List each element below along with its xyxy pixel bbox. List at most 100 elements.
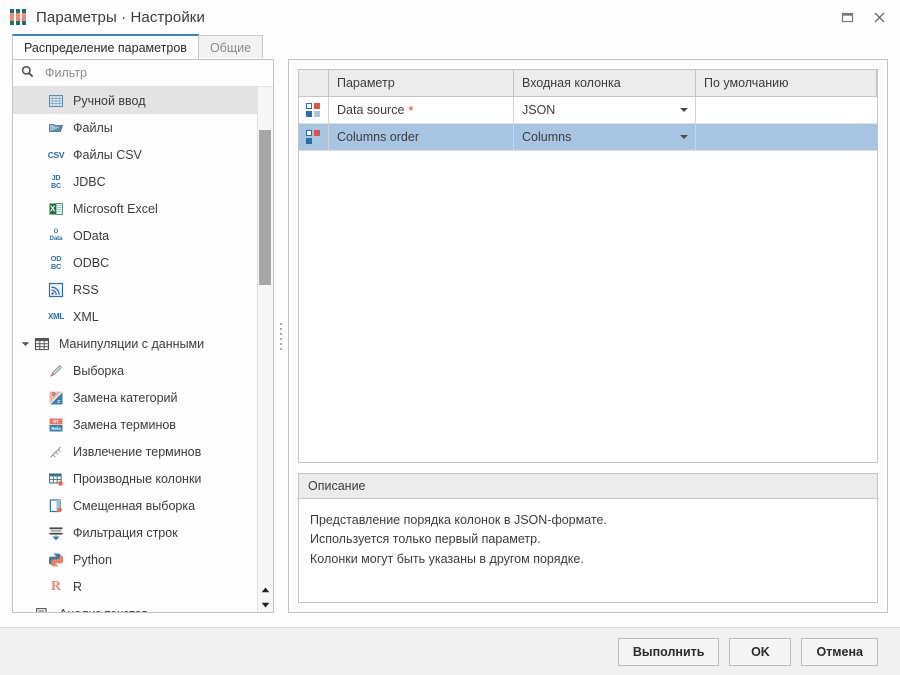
table-row[interactable]: Columns order Columns (299, 124, 877, 151)
r-icon: R (50, 578, 62, 594)
text-analysis-icon (32, 606, 52, 612)
sidebar-item-20[interactable]: Анализ текстов (13, 600, 257, 612)
sidebar-item-label: R (73, 579, 83, 594)
sidebar-item-5[interactable]: X Microsoft Excel (13, 195, 257, 222)
param-name-cell[interactable]: Data source * (329, 97, 514, 123)
sidebar-item-label: Фильтрация строк (73, 525, 178, 540)
derived-columns-icon (46, 471, 66, 487)
svg-text:Rela: Rela (51, 426, 61, 431)
scroll-down-arrow[interactable] (258, 597, 273, 612)
component-tree[interactable]: Ручной ввод Файлы CSV Файлы CSV JD BC JDBC X Mic… (13, 87, 257, 612)
tree-vertical-scrollbar[interactable] (257, 87, 273, 612)
table-header-row: Параметр Входная колонка По умолчанию (299, 70, 877, 97)
window-controls (834, 0, 892, 34)
parameters-table: Параметр Входная колонка По умолчанию Da… (298, 69, 878, 463)
tab-parameter-distribution[interactable]: Распределение параметров (12, 34, 199, 59)
ok-button[interactable]: OK (729, 637, 792, 666)
panel-splitter[interactable] (274, 59, 288, 613)
sidebar-item-17[interactable]: Фильтрация строк (13, 519, 257, 546)
filter-rows-icon (46, 525, 66, 541)
sidebar-item-label: Смещенная выборка (73, 498, 196, 513)
sidebar-item-4[interactable]: JD BC JDBC (13, 168, 257, 195)
default-value-cell[interactable] (696, 124, 877, 150)
sidebar-item-18[interactable]: Python (13, 546, 257, 573)
sidebar-item-label: JDBC (73, 174, 106, 189)
jdbc-icon: JD BC (51, 173, 61, 190)
sidebar-item-16[interactable]: Смещенная выборка (13, 492, 257, 519)
chevron-down-icon[interactable] (680, 108, 688, 112)
sidebar-item-8[interactable]: RSS (13, 276, 257, 303)
rss-icon (46, 282, 66, 298)
required-marker: * (408, 102, 414, 118)
chevron-down-icon[interactable] (680, 135, 688, 139)
sidebar-item-15[interactable]: Производные колонки (13, 465, 257, 492)
python-icon (46, 552, 66, 568)
param-grid-icon (299, 124, 329, 150)
input-column-dropdown[interactable]: JSON (514, 97, 696, 123)
sidebar-item-12[interactable]: D C Замена категорий (13, 384, 257, 411)
scrollbar-thumb[interactable] (259, 130, 271, 285)
cancel-button[interactable]: Отмена (801, 637, 878, 666)
biased-sample-icon (46, 498, 66, 514)
sidebar-item-7[interactable]: OD BC ODBC (13, 249, 257, 276)
search-icon (21, 65, 37, 81)
dialog-body: Ручной ввод Файлы CSV Файлы CSV JDBC JDBC X Mic… (0, 59, 900, 627)
excel-icon: X (46, 201, 66, 217)
close-icon[interactable] (866, 4, 892, 30)
parameters-panel: Параметр Входная колонка По умолчанию Da… (288, 59, 888, 613)
execute-button[interactable]: Выполнить (617, 637, 720, 666)
default-value-cell[interactable] (696, 97, 877, 123)
sidebar-item-label: Анализ текстов (59, 607, 148, 613)
folder-open-icon (46, 120, 66, 136)
sidebar-item-10[interactable]: Манипуляции с данными (13, 330, 257, 357)
description-line: Колонки могут быть указаны в другом поря… (310, 551, 584, 566)
title-bar: Параметры · Настройки (0, 0, 900, 34)
column-header-icon (299, 70, 329, 96)
sidebar-item-label: RSS (73, 282, 99, 297)
sidebar-item-3[interactable]: CSV Файлы CSV (13, 141, 257, 168)
description-panel: Описание Представление порядка колонок в… (298, 473, 878, 603)
component-tree-panel: Ручной ввод Файлы CSV Файлы CSV JDBC JDBC X Mic… (12, 59, 274, 613)
sidebar-item-14[interactable]: Извлечение терминов (13, 438, 257, 465)
input-column-value: Columns (522, 130, 572, 144)
sidebar-item-label: Манипуляции с данными (59, 336, 205, 351)
param-name-text: Columns order (337, 130, 419, 144)
description-line: Представление порядка колонок в JSON-фор… (310, 513, 607, 527)
sidebar-item-label: Производные колонки (73, 471, 202, 486)
table-group-icon (32, 336, 52, 352)
replace-terms-icon: RT Rela (46, 417, 66, 433)
sidebar-item-label: Извлечение терминов (73, 444, 202, 459)
sidebar-item-label: OData (73, 228, 110, 243)
input-column-dropdown[interactable]: Columns (514, 124, 696, 150)
input-column-value: JSON (522, 103, 556, 117)
maximize-icon[interactable] (834, 4, 860, 30)
param-name-cell[interactable]: Columns order (329, 124, 514, 150)
sidebar-item-label: Python (73, 552, 112, 567)
sidebar-item-11[interactable]: Выборка (13, 357, 257, 384)
sidebar-item-label: Ручной ввод (73, 93, 146, 108)
sidebar-item-19[interactable]: RR (13, 573, 257, 600)
chevron-down-icon[interactable] (19, 341, 32, 347)
scroll-up-arrow[interactable] (258, 582, 273, 597)
bars-icon (10, 9, 27, 25)
table-row[interactable]: Data source * JSON (299, 97, 877, 124)
column-header-input-column: Входная колонка (514, 70, 696, 96)
sidebar-item-1[interactable]: Ручной ввод (13, 87, 257, 114)
splitter-grip-icon (280, 322, 282, 350)
sidebar-item-9[interactable]: XML XML (13, 303, 257, 330)
chevron-down-icon[interactable] (19, 611, 32, 612)
tab-general[interactable]: Общие (197, 35, 264, 59)
csv-icon: CSV (47, 149, 65, 160)
dialog-footer: Выполнить OK Отмена (0, 627, 900, 675)
odata-icon: O Data (49, 229, 63, 242)
sidebar-item-6[interactable]: O Data OData (13, 222, 257, 249)
sidebar-item-13[interactable]: RT Rela Замена терминов (13, 411, 257, 438)
svg-text:X: X (50, 204, 56, 213)
sidebar-item-2[interactable]: Файлы (13, 114, 257, 141)
window-title: Параметры · Настройки (36, 8, 205, 26)
description-line: Используется только первый параметр. (310, 532, 541, 547)
filter-input[interactable] (43, 65, 237, 81)
sidebar-item-label: Файлы CSV (73, 147, 142, 162)
sidebar-item-label: Microsoft Excel (73, 201, 158, 216)
description-body: Представление порядка колонок в JSON-фор… (299, 499, 877, 581)
